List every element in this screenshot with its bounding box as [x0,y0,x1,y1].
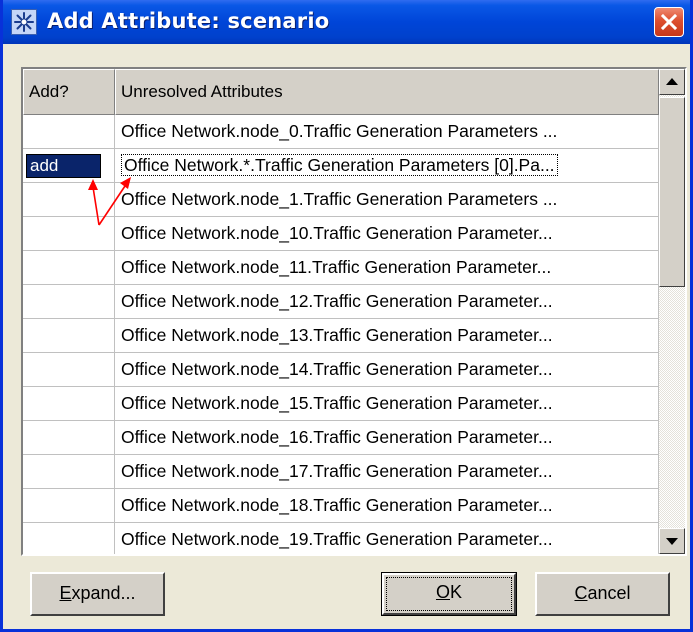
table-row[interactable]: Office Network.node_15.Traffic Generatio… [23,387,659,421]
ok-button[interactable]: OK [381,572,517,616]
attribute-cell[interactable]: Office Network.node_13.Traffic Generatio… [115,319,659,353]
add-cell[interactable] [23,183,115,217]
attribute-cell[interactable]: Office Network.node_18.Traffic Generatio… [115,489,659,523]
attribute-cell[interactable]: Office Network.*.Traffic Generation Para… [115,149,659,183]
expand-button[interactable]: Expand... [30,572,165,616]
add-cell[interactable] [23,387,115,421]
vertical-scrollbar[interactable] [659,69,685,554]
scroll-down-button[interactable] [659,528,685,554]
cancel-button[interactable]: Cancel [535,572,670,616]
table-row[interactable]: Office Network.node_14.Traffic Generatio… [23,353,659,387]
scroll-thumb[interactable] [659,97,685,287]
add-cell[interactable] [23,115,115,149]
table-header: Add? Unresolved Attributes [23,69,659,115]
table-row[interactable]: Office Network.node_17.Traffic Generatio… [23,455,659,489]
add-cell[interactable] [23,421,115,455]
add-cell[interactable] [23,489,115,523]
attribute-cell[interactable]: Office Network.node_14.Traffic Generatio… [115,353,659,387]
add-cell[interactable] [23,319,115,353]
close-button[interactable] [654,7,684,37]
table-row[interactable]: Office Network.node_0.Traffic Generation… [23,115,659,149]
table-row[interactable]: Office Network.node_19.Traffic Generatio… [23,523,659,554]
table-row-selected[interactable]: add Office Network.*.Traffic Generation … [23,149,659,183]
table-row[interactable]: Office Network.node_11.Traffic Generatio… [23,251,659,285]
attribute-cell[interactable]: Office Network.node_15.Traffic Generatio… [115,387,659,421]
add-cell[interactable] [23,353,115,387]
table-row[interactable]: Office Network.node_1.Traffic Generation… [23,183,659,217]
scroll-up-arrow-icon [666,78,678,85]
attribute-cell[interactable]: Office Network.node_11.Traffic Generatio… [115,251,659,285]
add-cell[interactable] [23,455,115,489]
table-row[interactable]: Office Network.node_10.Traffic Generatio… [23,217,659,251]
expand-label-rest: xpand... [71,583,136,603]
close-x-icon [660,13,678,31]
scroll-down-arrow-icon [666,538,678,545]
add-cell[interactable] [23,523,115,554]
add-attribute-dialog: Add Attribute: scenario Add? Unresolved … [0,0,693,632]
dialog-title: Add Attribute: scenario [47,9,330,33]
attribute-cell[interactable]: Office Network.node_19.Traffic Generatio… [115,523,659,554]
table-body: Office Network.node_0.Traffic Generation… [23,115,659,554]
attribute-cell[interactable]: Office Network.node_16.Traffic Generatio… [115,421,659,455]
attribute-focused-text: Office Network.*.Traffic Generation Para… [121,154,558,176]
cancel-label-rest: ancel [587,583,631,603]
column-header-add[interactable]: Add? [23,69,115,115]
ok-label-mnemonic: O [435,582,450,602]
ok-label-rest: K [450,582,463,602]
attribute-cell[interactable]: Office Network.node_10.Traffic Generatio… [115,217,659,251]
table-row[interactable]: Office Network.node_12.Traffic Generatio… [23,285,659,319]
add-cell[interactable]: add [23,149,115,183]
attribute-cell[interactable]: Office Network.node_1.Traffic Generation… [115,183,659,217]
star-app-icon [11,9,37,35]
title-bar[interactable]: Add Attribute: scenario [3,0,690,44]
attribute-cell[interactable]: Office Network.node_0.Traffic Generation… [115,115,659,149]
attribute-cell[interactable]: Office Network.node_17.Traffic Generatio… [115,455,659,489]
attributes-table: Add? Unresolved Attributes Office Networ… [21,67,687,556]
add-selected-value[interactable]: add [26,154,101,178]
add-cell[interactable] [23,251,115,285]
cancel-label-mnemonic: C [574,583,588,603]
add-cell[interactable] [23,285,115,319]
scroll-up-button[interactable] [659,69,685,95]
add-cell[interactable] [23,217,115,251]
table-row[interactable]: Office Network.node_13.Traffic Generatio… [23,319,659,353]
column-header-unresolved-attributes[interactable]: Unresolved Attributes [115,69,659,115]
table-row[interactable]: Office Network.node_16.Traffic Generatio… [23,421,659,455]
attribute-cell[interactable]: Office Network.node_12.Traffic Generatio… [115,285,659,319]
table-row[interactable]: Office Network.node_18.Traffic Generatio… [23,489,659,523]
expand-label-mnemonic: E [59,583,72,603]
